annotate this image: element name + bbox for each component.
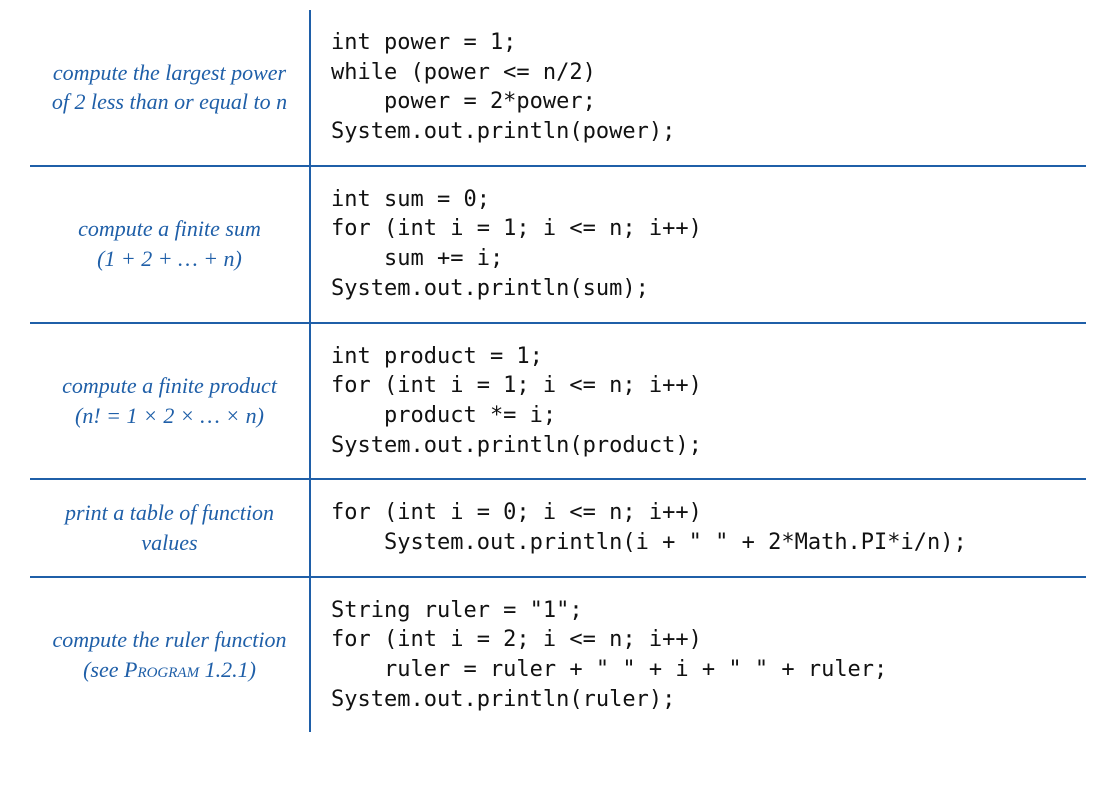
code-examples-table: compute the largest power of 2 less than…: [30, 10, 1086, 732]
code-cell: String ruler = "1"; for (int i = 2; i <=…: [310, 578, 1086, 733]
description-subtext: (n! = 1 × 2 × … × n): [50, 401, 289, 431]
description-cell: compute a finite product (n! = 1 × 2 × ……: [30, 324, 310, 479]
code-cell: int power = 1; while (power <= n/2) powe…: [310, 10, 1086, 165]
subtext-prefix: (see: [83, 657, 124, 682]
description-cell: compute the ruler function (see Program …: [30, 578, 310, 733]
description-text: compute a finite sum: [50, 214, 289, 244]
description-text: compute a finite product: [50, 371, 289, 401]
table-row: compute the ruler function (see Program …: [30, 578, 1086, 733]
code-cell: for (int i = 0; i <= n; i++) System.out.…: [310, 480, 1086, 575]
description-cell: print a table of function values: [30, 480, 310, 575]
description-text: compute the largest power of 2 less than…: [50, 58, 289, 117]
table-row: compute the largest power of 2 less than…: [30, 10, 1086, 165]
description-cell: compute a finite sum (1 + 2 + … + n): [30, 167, 310, 322]
description-text: print a table of function values: [50, 498, 289, 557]
description-subtext: (1 + 2 + … + n): [50, 244, 289, 274]
program-reference: Program: [124, 657, 199, 682]
subtext-suffix: 1.2.1): [199, 657, 256, 682]
table-row: print a table of function values for (in…: [30, 480, 1086, 575]
table-row: compute a finite product (n! = 1 × 2 × ……: [30, 324, 1086, 479]
description-cell: compute the largest power of 2 less than…: [30, 10, 310, 165]
code-cell: int product = 1; for (int i = 1; i <= n;…: [310, 324, 1086, 479]
table-row: compute a finite sum (1 + 2 + … + n) int…: [30, 167, 1086, 322]
description-text: compute the ruler function: [50, 625, 289, 655]
description-subtext: (see Program 1.2.1): [50, 655, 289, 685]
code-cell: int sum = 0; for (int i = 1; i <= n; i++…: [310, 167, 1086, 322]
